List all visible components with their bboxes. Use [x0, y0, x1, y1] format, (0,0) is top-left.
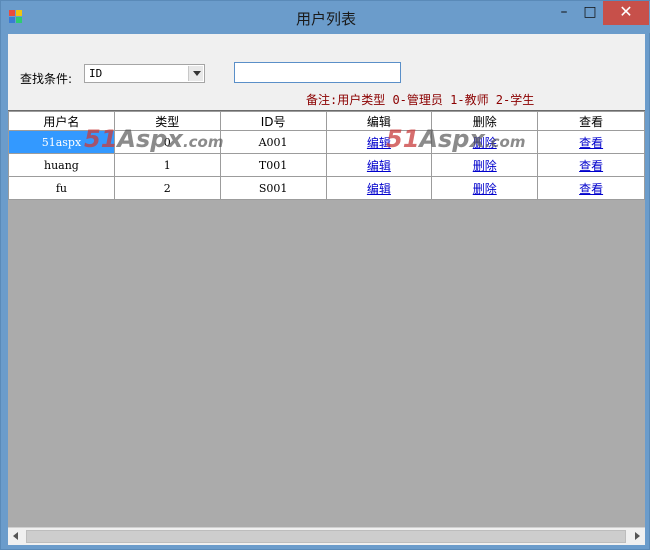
- delete-link[interactable]: 删除: [473, 182, 497, 196]
- search-field-value: ID: [89, 67, 103, 80]
- search-field-select[interactable]: ID: [84, 64, 205, 83]
- cell-edit: 编辑: [325, 153, 433, 177]
- scroll-left-icon[interactable]: [8, 528, 25, 545]
- column-header-delete[interactable]: 删除: [431, 111, 539, 131]
- cell-edit: 编辑: [325, 130, 433, 154]
- cell-view: 查看: [537, 176, 645, 200]
- cell-id[interactable]: S001: [219, 176, 327, 200]
- cell-delete: 删除: [431, 130, 539, 154]
- cell-view: 查看: [537, 130, 645, 154]
- horizontal-scrollbar[interactable]: [8, 527, 645, 545]
- search-input[interactable]: [234, 62, 401, 83]
- title-bar[interactable]: 用户列表 – □ ✕: [1, 1, 650, 33]
- cell-id[interactable]: A001: [219, 130, 327, 154]
- view-link[interactable]: 查看: [579, 159, 603, 173]
- delete-link[interactable]: 删除: [473, 136, 497, 150]
- minimize-icon[interactable]: –: [551, 1, 577, 25]
- dropdown-arrow-icon[interactable]: [188, 66, 203, 81]
- cell-username[interactable]: fu: [8, 176, 115, 200]
- column-header-view[interactable]: 查看: [537, 111, 645, 131]
- user-grid: 用户名 类型 ID号 编辑 删除 查看 51aspx 0 A001 编辑 删除: [8, 110, 645, 545]
- cell-view: 查看: [537, 153, 645, 177]
- table-row[interactable]: fu 2 S001 编辑 删除 查看: [8, 176, 645, 200]
- edit-link[interactable]: 编辑: [367, 159, 391, 173]
- delete-link[interactable]: 删除: [473, 159, 497, 173]
- search-label: 查找条件:: [20, 72, 73, 86]
- scroll-right-icon[interactable]: [628, 528, 645, 545]
- cell-delete: 删除: [431, 153, 539, 177]
- cell-id[interactable]: T001: [219, 153, 327, 177]
- window: 用户列表 – □ ✕ 查找条件: ID 备注:用户类型 0-管理员 1-教师 2…: [0, 0, 650, 550]
- maximize-icon[interactable]: □: [577, 1, 603, 25]
- table-row[interactable]: huang 1 T001 编辑 删除 查看: [8, 153, 645, 177]
- column-header-edit[interactable]: 编辑: [325, 111, 433, 131]
- close-icon[interactable]: ✕: [603, 1, 649, 25]
- cell-username[interactable]: huang: [8, 153, 115, 177]
- user-type-note: 备注:用户类型 0-管理员 1-教师 2-学生: [306, 93, 535, 107]
- edit-link[interactable]: 编辑: [367, 136, 391, 150]
- cell-delete: 删除: [431, 176, 539, 200]
- view-link[interactable]: 查看: [579, 182, 603, 196]
- column-header-username[interactable]: 用户名: [8, 111, 115, 131]
- edit-link[interactable]: 编辑: [367, 182, 391, 196]
- scrollbar-thumb[interactable]: [26, 530, 626, 543]
- cell-type[interactable]: 0: [113, 130, 221, 154]
- view-link[interactable]: 查看: [579, 136, 603, 150]
- column-header-id[interactable]: ID号: [219, 111, 327, 131]
- column-header-type[interactable]: 类型: [113, 111, 221, 131]
- cell-username[interactable]: 51aspx: [8, 130, 115, 154]
- table-header-row: 用户名 类型 ID号 编辑 删除 查看: [8, 111, 645, 131]
- cell-type[interactable]: 2: [113, 176, 221, 200]
- user-table: 用户名 类型 ID号 编辑 删除 查看 51aspx 0 A001 编辑 删除: [8, 111, 645, 200]
- cell-type[interactable]: 1: [113, 153, 221, 177]
- table-row[interactable]: 51aspx 0 A001 编辑 删除 查看: [8, 130, 645, 154]
- client-area: 查找条件: ID 备注:用户类型 0-管理员 1-教师 2-学生 用户名 类型 …: [8, 34, 645, 545]
- cell-edit: 编辑: [325, 176, 433, 200]
